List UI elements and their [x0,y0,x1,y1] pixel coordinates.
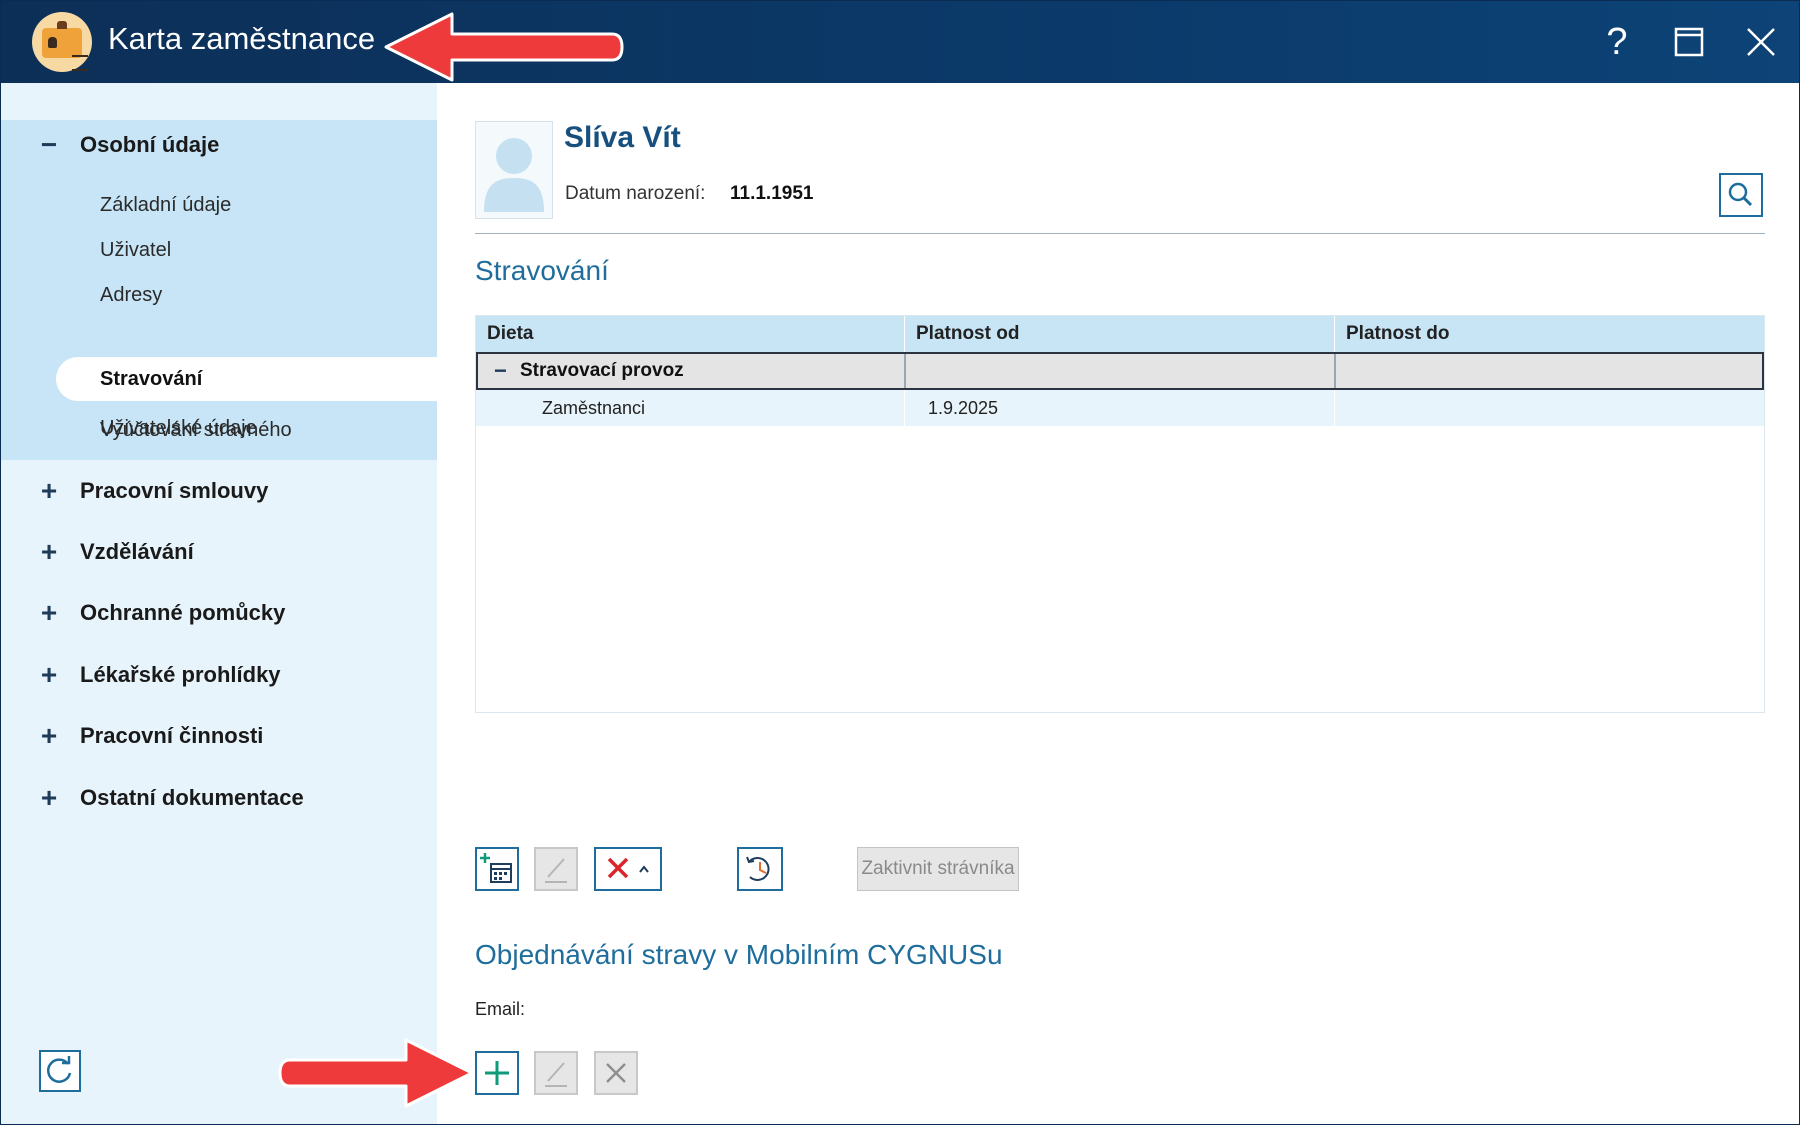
edit-email-button[interactable] [534,1051,578,1095]
sidebar-group-lekarske-prohlidky[interactable]: + Lékařské prohlídky [1,650,437,700]
table-row[interactable]: Zaměstnanci 1.9.2025 [476,390,1764,426]
employee-card-window: Karta zaměstnance ? − Osobní údaje Zákla… [0,0,1800,1125]
add-diet-button[interactable] [475,847,519,891]
maximize-button[interactable] [1663,15,1715,69]
edit-diet-button[interactable] [534,847,578,891]
refresh-button[interactable] [39,1050,81,1092]
column-header-dieta[interactable]: Dieta [476,316,904,352]
header-divider [475,233,1765,234]
sidebar-group-vzdelavani[interactable]: + Vzdělávání [1,527,437,577]
sidebar-item-stravovani[interactable]: Stravování [56,357,437,401]
person-name: Slíva Vít [564,121,681,154]
sidebar-group-ochranne-pomucky[interactable]: + Ochranné pomůcky [1,588,437,638]
history-button[interactable] [737,847,783,891]
expand-icon: + [40,720,58,751]
add-calendar-icon [480,853,512,883]
table-header: Dieta Platnost od Platnost do [476,316,1764,352]
close-button[interactable] [1735,15,1787,69]
delete-icon [607,857,649,879]
annotation-arrow-add [278,1038,474,1108]
sidebar-item-uzivatel[interactable]: Uživatel [100,233,171,267]
title-bar: Karta zaměstnance ? [1,1,1799,83]
collapse-icon[interactable]: − [494,354,507,387]
sidebar-group-osobni-udaje[interactable]: − Osobní údaje [1,120,437,170]
maximize-icon [1674,27,1704,57]
cell-dieta: Zaměstnanci [542,398,646,418]
main-panel: Slíva Vít Datum narození: 11.1.1951 Stra… [437,83,1799,1124]
sidebar-item-zakladni-udaje[interactable]: Základní údaje [100,188,231,222]
refresh-icon [47,1056,72,1083]
edit-icon [545,858,567,883]
collapse-icon: − [40,129,58,160]
delete-email-button[interactable] [594,1051,638,1095]
activate-diner-button[interactable]: Zaktivnit strávníka [857,847,1019,891]
window-title: Karta zaměstnance [108,21,376,56]
email-label: Email: [475,999,526,1019]
dob-label: Datum narození: [565,183,706,204]
sidebar-group-osobni-udaje-expanded: − Osobní údaje Základní údaje Uživatel A… [1,120,437,460]
employee-card-icon [32,12,92,72]
expand-icon: + [40,597,58,628]
column-header-platnost-do[interactable]: Platnost do [1335,316,1764,352]
column-header-platnost-od[interactable]: Platnost od [905,316,1334,352]
table-group-row[interactable]: − Stravovací provoz [476,352,1764,390]
close-icon [1747,28,1775,56]
expand-icon: + [40,659,58,690]
sidebar-group-ostatni-dokumentace[interactable]: + Ostatní dokumentace [1,773,437,823]
sidebar-group-pracovni-smlouvy[interactable]: + Pracovní smlouvy [1,466,437,516]
edit-icon [545,1062,567,1087]
group-label: Stravovací provoz [520,360,684,381]
sidebar-item-uzivatelske-udaje[interactable]: Uživatelské údaje [100,411,257,445]
history-icon [746,856,770,881]
sidebar: − Osobní údaje Základní údaje Uživatel A… [1,83,437,1124]
delete-diet-button[interactable] [594,847,662,891]
help-icon: ? [1606,21,1628,63]
add-icon [485,1061,509,1085]
avatar [475,121,553,219]
delete-icon [606,1063,626,1083]
diet-table: Dieta Platnost od Platnost do − Stravova… [475,315,1765,713]
search-icon [1728,182,1753,207]
annotation-arrow-title [384,12,624,82]
expand-icon: + [40,536,58,567]
expand-icon: + [40,782,58,813]
help-button[interactable]: ? [1591,15,1643,69]
search-button[interactable] [1719,173,1763,217]
cell-platnost-od: 1.9.2025 [928,398,999,418]
add-email-button[interactable] [475,1051,519,1095]
section-title-stravovani: Stravování [475,255,609,286]
dob-value: 11.1.1951 [730,183,814,204]
sidebar-group-pracovni-cinnosti[interactable]: + Pracovní činnosti [1,711,437,761]
person-silhouette-icon [484,138,544,212]
section-title-mobile-ordering: Objednávání stravy v Mobilním CYGNUSu [475,939,1003,970]
expand-icon: + [40,475,58,506]
sidebar-item-adresy[interactable]: Adresy [100,278,162,312]
